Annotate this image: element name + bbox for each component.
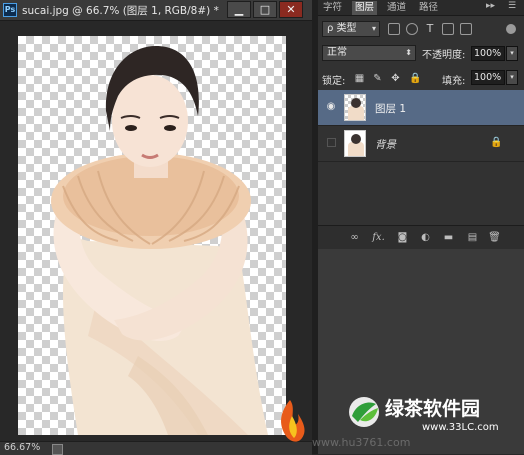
- image-canvas[interactable]: [18, 36, 286, 435]
- layer-name[interactable]: 背景: [375, 137, 396, 152]
- tab-layers[interactable]: 图层: [352, 1, 378, 15]
- layer-name[interactable]: 图层 1: [375, 101, 406, 116]
- layers-list-empty: [318, 162, 524, 225]
- link-icon[interactable]: ∞: [348, 231, 361, 244]
- document-window: Ps sucai.jpg @ 66.7% (图层 1, RGB/8#) * ▁ …: [0, 0, 312, 455]
- layers-panel: 字符 图层 通道 路径 ▸▸ ☰ ρ 类型 ▾ T 正常 ⬍ 不透明度: 100…: [318, 0, 524, 454]
- document-titlebar[interactable]: Ps sucai.jpg @ 66.7% (图层 1, RGB/8#) * ▁ …: [0, 0, 312, 21]
- lock-position-icon[interactable]: ✥: [390, 73, 401, 84]
- opacity-label: 不透明度:: [422, 50, 466, 61]
- tab-channels[interactable]: 通道: [384, 1, 409, 15]
- adjustment-filter-icon[interactable]: [406, 23, 418, 35]
- fill-label: 填充:: [442, 76, 466, 87]
- eye-icon[interactable]: ◉: [325, 101, 337, 113]
- watermark: www.hu3761.com 绿茶软件园 www.33LC.com: [272, 392, 524, 452]
- document-title: sucai.jpg @ 66.7% (图层 1, RGB/8#) *: [22, 5, 219, 17]
- faint-url: www.hu3761.com: [312, 436, 410, 449]
- status-bar: 66.67%: [0, 441, 312, 455]
- maximize-button[interactable]: □: [253, 1, 277, 18]
- group-folder-icon[interactable]: ▬: [442, 231, 455, 244]
- layer-thumbnail: [344, 130, 366, 157]
- shape-filter-icon[interactable]: [442, 23, 454, 35]
- filter-kind-dropdown[interactable]: ρ 类型 ▾: [322, 21, 380, 37]
- panel-menu-icon[interactable]: ☰: [508, 1, 516, 11]
- chevron-down-icon: ▾: [371, 24, 376, 33]
- portrait-image: [51, 46, 268, 435]
- lock-image-icon[interactable]: ✎: [372, 73, 383, 84]
- fx-icon[interactable]: fx.: [372, 231, 385, 244]
- panel-tabs: 字符 图层 通道 路径 ▸▸ ☰: [318, 0, 524, 16]
- mask-icon[interactable]: ◙: [396, 231, 409, 244]
- trash-icon[interactable]: 🗑: [488, 231, 501, 244]
- watermark-brand: 绿茶软件园: [385, 398, 481, 420]
- blend-mode-dropdown[interactable]: 正常 ⬍: [322, 45, 416, 61]
- fill-dropdown-button[interactable]: ▾: [506, 70, 518, 85]
- lock-icon: 🔒: [490, 137, 503, 148]
- tab-paths[interactable]: 路径: [416, 1, 441, 15]
- layers-bottom-toolbar: ∞ fx. ◙ ◐ ▬ ▤ 🗑: [318, 225, 524, 249]
- layer-row-background[interactable]: 背景 🔒: [318, 126, 524, 162]
- blend-mode-value: 正常: [327, 47, 347, 58]
- type-filter-icon[interactable]: T: [424, 23, 436, 35]
- filter-toggle-icon[interactable]: [506, 24, 516, 34]
- tab-character[interactable]: 字符: [320, 1, 345, 15]
- fill-input[interactable]: 100%: [471, 70, 505, 85]
- adjustment-icon[interactable]: ◐: [419, 231, 432, 244]
- zoom-level[interactable]: 66.67%: [4, 442, 40, 453]
- layer-thumbnail: [344, 94, 366, 121]
- pixel-filter-icon[interactable]: [388, 23, 400, 35]
- smart-object-filter-icon[interactable]: [460, 23, 472, 35]
- visibility-toggle[interactable]: [327, 138, 336, 147]
- opacity-input[interactable]: 100%: [471, 46, 505, 61]
- new-layer-icon[interactable]: ▤: [466, 231, 479, 244]
- watermark-url: www.33LC.com: [422, 422, 499, 433]
- panel-expand-icon[interactable]: ▸▸: [486, 1, 495, 11]
- opacity-dropdown-button[interactable]: ▾: [506, 46, 518, 61]
- close-button[interactable]: ✕: [279, 1, 303, 18]
- minimize-button[interactable]: ▁: [227, 1, 251, 18]
- filter-kind-label: ρ 类型: [327, 23, 357, 34]
- canvas-area[interactable]: [0, 21, 312, 441]
- lock-transparent-icon[interactable]: ▦: [354, 73, 365, 84]
- face-shape: [112, 75, 188, 167]
- lock-label: 锁定:: [322, 76, 346, 87]
- status-info-icon[interactable]: [52, 444, 63, 455]
- layer-row-layer1[interactable]: ◉ 图层 1: [318, 90, 524, 126]
- photoshop-icon: Ps: [3, 3, 17, 17]
- chevron-down-icon: ⬍: [405, 48, 412, 57]
- lock-all-icon[interactable]: 🔒: [409, 73, 421, 84]
